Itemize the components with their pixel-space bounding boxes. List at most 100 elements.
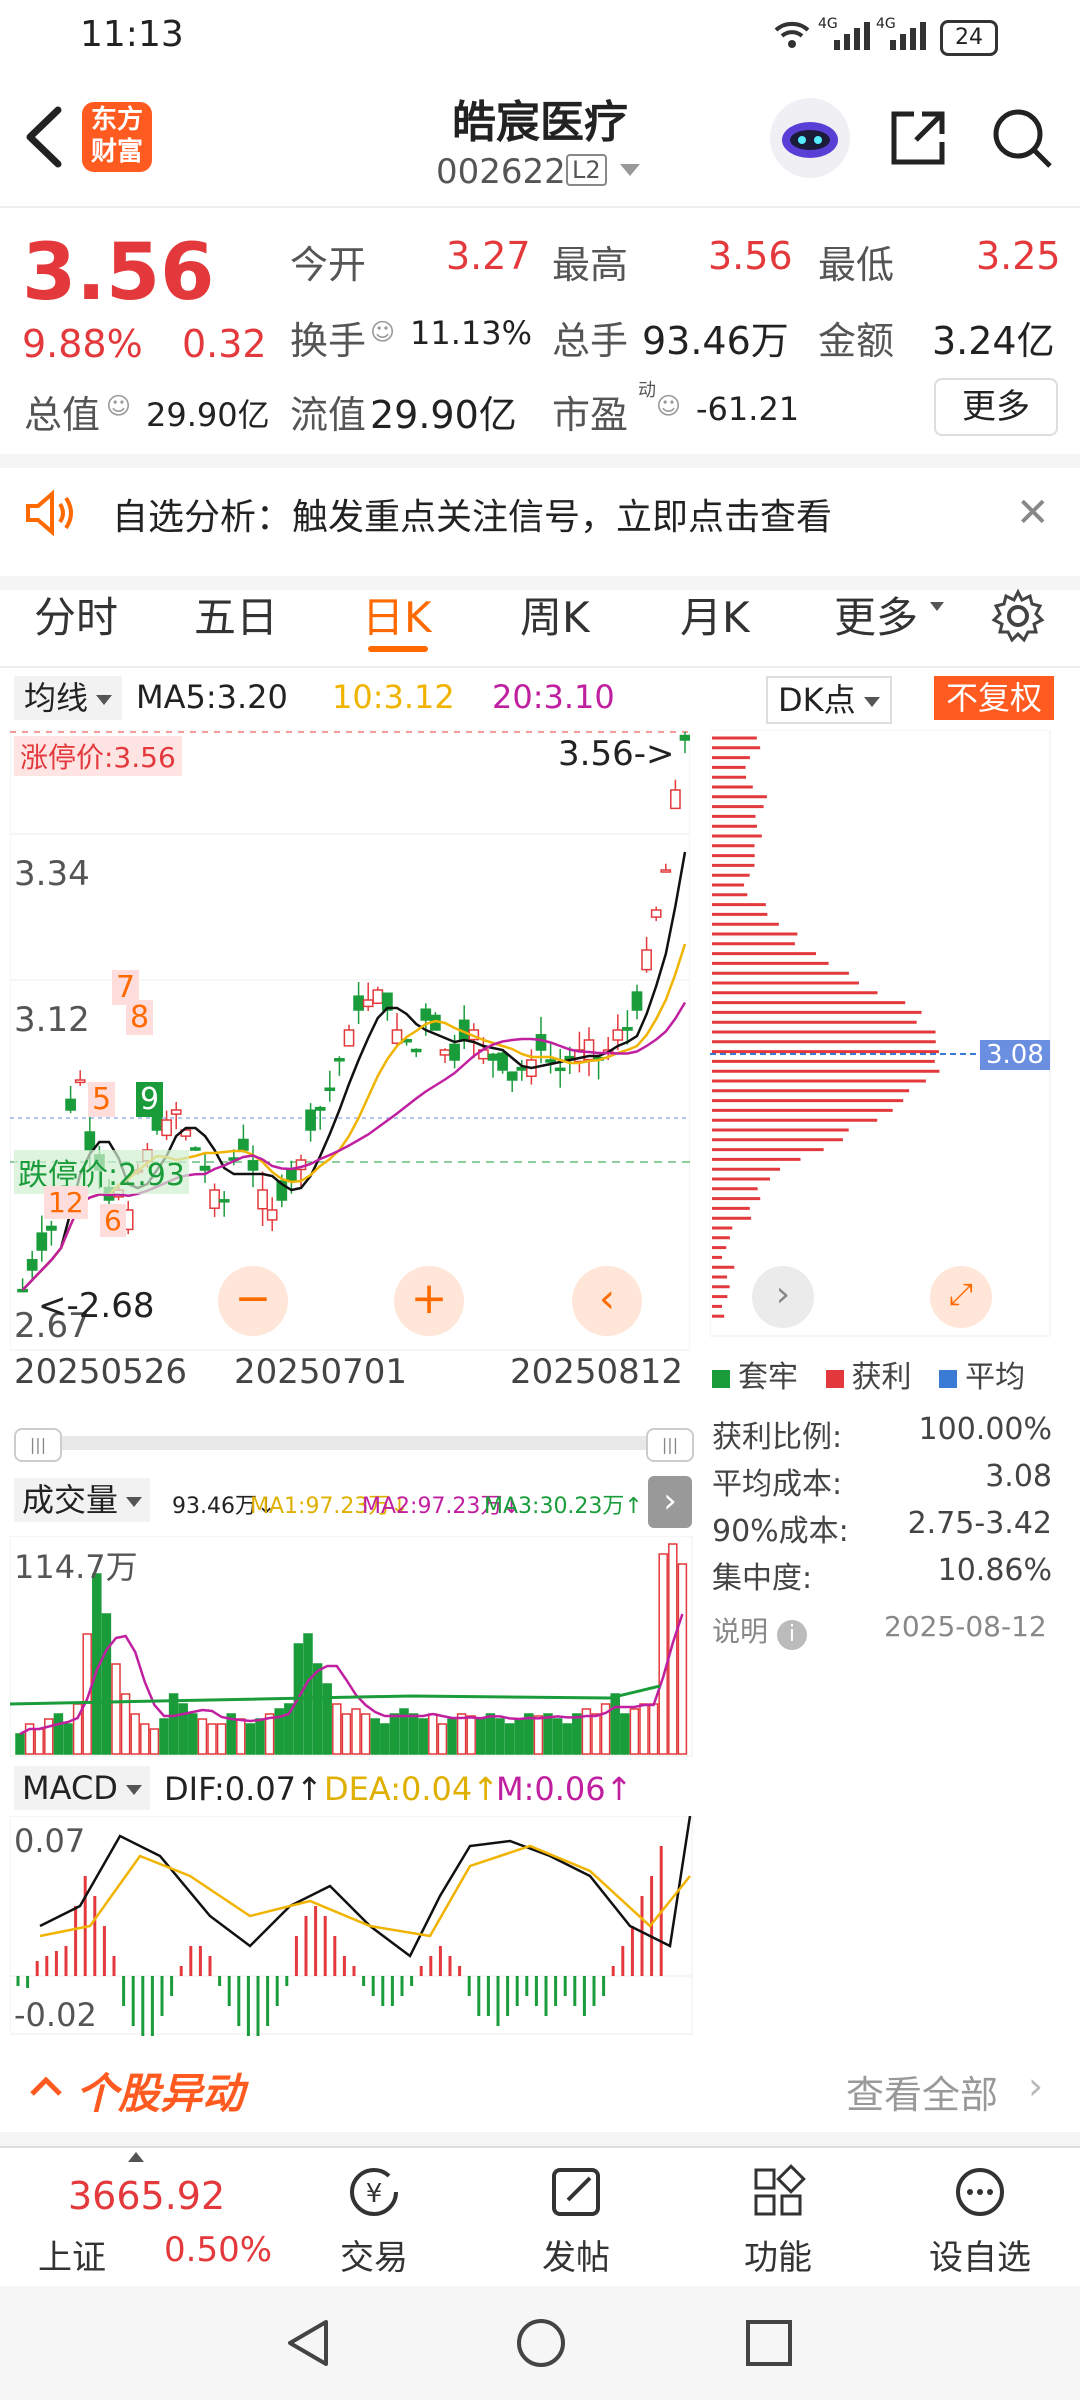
nav-trade[interactable]: ¥ 交易 bbox=[314, 2164, 434, 2279]
home-circle-icon[interactable] bbox=[514, 2316, 568, 2374]
x-axis-date: 20250812 bbox=[510, 1352, 684, 1392]
tab-more[interactable]: 更多 bbox=[834, 584, 918, 645]
amount-label: 金额 bbox=[818, 319, 895, 363]
chip-stats: 获利比例: 100.00% 平均成本: 3.08 90%成本: 2.75-3.42 集… bbox=[712, 1412, 1052, 1600]
signal-icon-2 bbox=[876, 20, 926, 54]
status-time: 11:13 bbox=[80, 14, 184, 55]
info-icon[interactable]: ☺ bbox=[370, 318, 395, 346]
tab-monthly-k[interactable]: 月K bbox=[680, 584, 750, 645]
edit-icon bbox=[552, 2168, 600, 2216]
chevron-down-icon[interactable] bbox=[620, 164, 640, 176]
indicator-selector[interactable]: 均线 bbox=[14, 676, 123, 720]
candle-body bbox=[641, 949, 652, 971]
volume-bar bbox=[610, 1693, 620, 1755]
chip-stat-value: 3.08 bbox=[985, 1459, 1052, 1494]
stock-code: 002622 bbox=[436, 152, 566, 192]
low-price-marker: <-2.68 bbox=[38, 1286, 155, 1326]
volume-bar bbox=[332, 1703, 342, 1755]
nav-post[interactable]: 发帖 bbox=[516, 2164, 636, 2279]
legend-swatch-average bbox=[939, 1369, 958, 1388]
volume-value: 93.46万 bbox=[642, 319, 789, 363]
gear-icon[interactable] bbox=[990, 588, 1046, 648]
candle-body bbox=[660, 869, 672, 873]
candle-body bbox=[497, 1052, 508, 1071]
quote-panel: 3.56 9.88% 0.32 今开 3.27 最高 3.56 最低 3.25 … bbox=[0, 208, 1080, 454]
signal-badge[interactable]: 8 bbox=[126, 1000, 154, 1035]
chevron-right-icon[interactable]: › bbox=[648, 1476, 692, 1528]
macd-selector[interactable]: MACD bbox=[14, 1766, 150, 1810]
chip-distribution-chart[interactable] bbox=[710, 730, 1052, 1338]
mktcap-value: 29.90亿 bbox=[146, 396, 270, 434]
close-icon[interactable]: ✕ bbox=[1016, 490, 1050, 536]
volume-bar bbox=[140, 1723, 150, 1755]
volume-bar bbox=[466, 1715, 476, 1755]
recents-square-icon[interactable] bbox=[742, 2316, 796, 2374]
adjust-button[interactable]: 不复权 bbox=[934, 676, 1055, 720]
volume-bar bbox=[168, 1693, 179, 1755]
candle-body bbox=[286, 1167, 297, 1181]
zoom-in-button[interactable]: + bbox=[394, 1266, 464, 1336]
slider-handle-left[interactable]: ||| bbox=[14, 1428, 62, 1462]
nav-functions[interactable]: 功能 bbox=[718, 2164, 838, 2279]
stock-movement-section: 个股异动 查看全部 › bbox=[0, 2052, 1080, 2146]
volume-bar bbox=[543, 1713, 553, 1755]
search-icon[interactable] bbox=[990, 106, 1054, 174]
volume-label: 总手 bbox=[552, 319, 629, 363]
volume-bar bbox=[514, 1718, 524, 1755]
volume-selector[interactable]: 成交量 bbox=[14, 1478, 151, 1522]
legend-average: 平均 bbox=[965, 1360, 1026, 1395]
volume-bar bbox=[504, 1723, 515, 1755]
scroll-left-button[interactable]: ‹ bbox=[572, 1266, 642, 1336]
dk-point-button[interactable]: DK点 bbox=[766, 676, 892, 724]
chart-area: 均线 MA5:3.20 10:3.12 20:3.10 DK点 不复权 涨停价:… bbox=[0, 666, 1080, 2051]
nav-add-watchlist[interactable]: 设自选 bbox=[920, 2164, 1040, 2279]
tab-five-day[interactable]: 五日 bbox=[194, 584, 278, 645]
volume-bar bbox=[476, 1718, 486, 1755]
macd-chart[interactable] bbox=[10, 1816, 694, 2036]
chevron-right-icon[interactable]: › bbox=[1028, 2064, 1043, 2108]
volume-bar bbox=[456, 1713, 467, 1755]
chip-date: 2025-08-12 bbox=[884, 1610, 1047, 1643]
volume-bar bbox=[207, 1723, 217, 1755]
view-all-link[interactable]: 查看全部 bbox=[846, 2064, 998, 2119]
index-value[interactable]: 3665.92 bbox=[68, 2174, 225, 2218]
candle-body bbox=[65, 1098, 76, 1111]
candle-body bbox=[650, 909, 662, 918]
info-icon[interactable]: ☺ bbox=[106, 392, 131, 420]
tab-weekly-k[interactable]: 周K bbox=[520, 584, 590, 645]
volume-bar bbox=[533, 1715, 544, 1755]
candle-body bbox=[362, 999, 374, 1008]
tab-more-chevron-icon bbox=[930, 602, 944, 611]
candle-body bbox=[449, 1043, 460, 1061]
active-tab-indicator bbox=[368, 646, 428, 652]
wifi-icon bbox=[772, 18, 812, 58]
chevron-up-icon[interactable] bbox=[26, 2066, 66, 2110]
signal-badge[interactable]: 6 bbox=[100, 1204, 126, 1237]
candle-body bbox=[535, 1034, 547, 1051]
grid-icon bbox=[754, 2164, 806, 2216]
signal-badge[interactable]: 5 bbox=[88, 1082, 116, 1117]
expand-icon[interactable]: ⤢ bbox=[930, 1266, 992, 1328]
more-button[interactable]: 更多 bbox=[934, 378, 1058, 436]
chip-note-link[interactable]: 说明 i bbox=[712, 1610, 807, 1650]
range-slider[interactable] bbox=[14, 1436, 690, 1450]
slider-handle-right[interactable]: ||| bbox=[646, 1428, 694, 1462]
robot-assistant-icon[interactable] bbox=[770, 98, 850, 178]
low-value: 3.25 bbox=[976, 234, 1061, 278]
back-triangle-icon[interactable] bbox=[282, 2316, 336, 2374]
volume-bar bbox=[101, 1613, 112, 1755]
tab-intraday[interactable]: 分时 bbox=[34, 584, 118, 645]
x-axis-date: 20250526 bbox=[14, 1352, 188, 1392]
chevron-right-icon[interactable]: › bbox=[752, 1266, 814, 1328]
share-icon[interactable] bbox=[886, 106, 950, 174]
volume-bar bbox=[677, 1563, 688, 1755]
signal-badge[interactable]: 9 bbox=[136, 1082, 164, 1117]
tab-daily-k[interactable]: 日K bbox=[362, 584, 432, 645]
candle-body bbox=[439, 1049, 451, 1056]
y-axis-tick: 3.34 bbox=[14, 854, 90, 894]
candle-body bbox=[218, 1199, 230, 1203]
zoom-out-button[interactable]: − bbox=[218, 1266, 288, 1336]
signal-badge[interactable]: 12 bbox=[44, 1186, 88, 1219]
candle-body bbox=[257, 1189, 268, 1210]
info-icon[interactable]: ☺ bbox=[656, 392, 681, 420]
